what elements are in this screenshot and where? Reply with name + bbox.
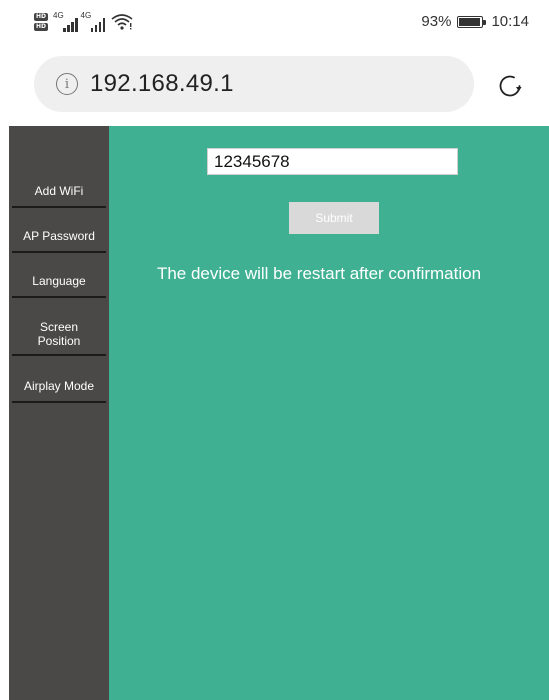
main-content: Submit The device will be restart after …: [109, 126, 549, 700]
hd-icon: HD HD: [34, 13, 49, 31]
network-type-label: 4G: [53, 11, 64, 20]
battery-percent: 93%: [421, 13, 452, 30]
address-bar[interactable]: i 192.168.49.1: [34, 56, 474, 112]
sidebar-item-label: Add WiFi: [34, 184, 84, 198]
network-type-label: 4G: [80, 11, 92, 20]
sidebar-item-screen-position[interactable]: Screen Position: [9, 312, 109, 356]
wifi-icon: [111, 14, 133, 30]
sidebar-item-label: Screen Position: [37, 320, 81, 348]
signal-icon: 4G: [53, 12, 78, 32]
hd-badge: HD: [34, 23, 49, 31]
browser-toolbar: i 192.168.49.1: [0, 46, 549, 124]
url-text[interactable]: 192.168.49.1: [90, 70, 234, 98]
status-right: 93% 10:14: [421, 13, 529, 30]
info-icon[interactable]: i: [56, 73, 78, 95]
hd-badge: HD: [34, 13, 49, 21]
sidebar: Add WiFi AP Password Language Screen Pos…: [9, 126, 109, 700]
restart-notice: The device will be restart after confirm…: [156, 264, 482, 283]
signal-icon: 4G: [81, 12, 106, 32]
sidebar-item-ap-password[interactable]: AP Password: [9, 219, 109, 253]
ap-password-input[interactable]: [207, 148, 458, 175]
sidebar-item-label: AP Password: [23, 229, 95, 243]
sidebar-item-airplay-mode[interactable]: Airplay Mode: [9, 368, 109, 403]
status-bar: HD HD 4G 4G 93% 10:14: [0, 0, 549, 46]
sidebar-item-label: Airplay Mode: [23, 378, 95, 393]
sidebar-item-add-wifi[interactable]: Add WiFi: [9, 174, 109, 208]
submit-button[interactable]: Submit: [289, 202, 379, 234]
reload-icon[interactable]: [497, 73, 523, 99]
status-icons: HD HD 4G 4G: [34, 10, 133, 34]
clock: 10:14: [491, 13, 529, 30]
battery-icon: [457, 15, 487, 28]
sidebar-item-language[interactable]: Language: [9, 264, 109, 298]
battery-fill: [459, 17, 480, 26]
web-page: Add WiFi AP Password Language Screen Pos…: [0, 124, 549, 700]
sidebar-item-label: Language: [32, 274, 86, 288]
